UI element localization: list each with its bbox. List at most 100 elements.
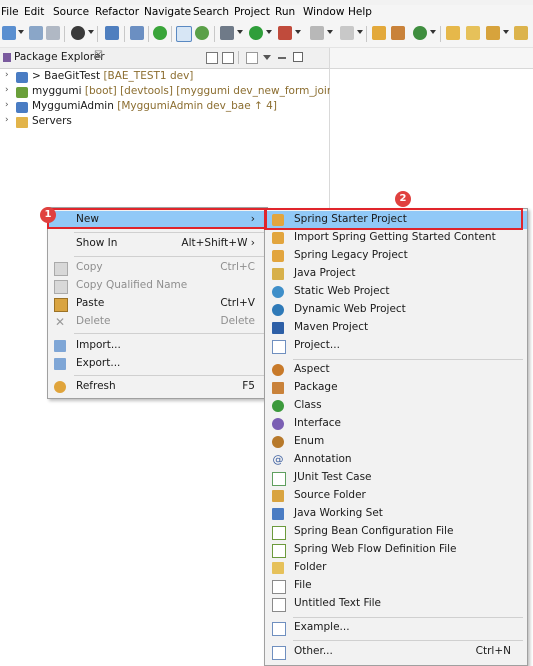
tree-item-myggumiadmin[interactable]: › MyggumiAdmin [MyggumiAdmin dev_bae ↑ 4… <box>0 100 329 115</box>
new-dropdown-icon[interactable] <box>18 30 24 34</box>
new-class-icon[interactable] <box>413 26 427 40</box>
new-class-dropdown-icon[interactable] <box>430 30 436 34</box>
menu-navigate[interactable]: Navigate <box>144 6 191 18</box>
menu-item-label: Import Spring Getting Started Content <box>294 231 496 243</box>
minimize-icon[interactable] <box>278 57 286 59</box>
toggle-view-icon[interactable] <box>176 26 192 42</box>
submenu-item-class[interactable]: Class <box>265 397 527 415</box>
external-tools-icon[interactable] <box>278 26 292 40</box>
new-submenu: Spring Starter Project Import Spring Get… <box>264 208 528 666</box>
menu-help[interactable]: Help <box>348 6 372 18</box>
expand-arrow-icon[interactable]: › <box>5 115 9 125</box>
menu-search[interactable]: Search <box>193 6 229 18</box>
step-badge-1: 1 <box>40 207 56 223</box>
submenu-item-dynamic-web-project[interactable]: Dynamic Web Project <box>265 301 527 319</box>
open-perspective-icon[interactable] <box>71 26 85 40</box>
collapse-all-icon[interactable] <box>206 52 218 64</box>
tree-item-servers[interactable]: › Servers <box>0 115 329 130</box>
search-icon[interactable] <box>486 26 500 40</box>
view-menu-icon[interactable] <box>263 55 271 60</box>
close-icon[interactable]: ☒ <box>94 50 103 61</box>
deploy-icon[interactable] <box>340 26 354 40</box>
focus-icon[interactable] <box>246 52 258 64</box>
run-icon[interactable] <box>249 26 263 40</box>
link-editor-icon[interactable] <box>222 52 234 64</box>
context-item-copy-qualified-name[interactable]: Copy Qualified Name <box>48 277 267 295</box>
menu-source[interactable]: Source <box>53 6 89 18</box>
menu-window[interactable]: Window <box>303 6 344 18</box>
toolbar-separator <box>440 26 441 42</box>
run-dropdown-icon[interactable] <box>266 30 272 34</box>
expand-arrow-icon[interactable]: › <box>5 70 9 80</box>
maven-icon <box>272 322 284 334</box>
save-all-icon[interactable] <box>46 26 60 40</box>
context-item-export[interactable]: Export... <box>48 355 267 373</box>
maximize-icon[interactable] <box>293 52 303 62</box>
external-dropdown-icon[interactable] <box>295 30 301 34</box>
open-type-icon[interactable] <box>446 26 460 40</box>
perspective-dropdown-icon[interactable] <box>88 30 94 34</box>
project-name: > BaeGitTest <box>32 70 101 82</box>
annotation-icon: @ <box>272 453 284 466</box>
menu-edit[interactable]: Edit <box>24 6 44 18</box>
new-package-icon[interactable] <box>391 26 405 40</box>
context-item-show-in[interactable]: Show In Alt+Shift+W › <box>48 235 267 253</box>
spring-boot-icon[interactable] <box>153 26 167 40</box>
stop-dropdown-icon[interactable] <box>327 30 333 34</box>
submenu-item-interface[interactable]: Interface <box>265 415 527 433</box>
context-item-copy[interactable]: Copy Ctrl+C <box>48 259 267 277</box>
annotation-nav-icon[interactable] <box>514 26 528 40</box>
submenu-item-static-web-project[interactable]: Static Web Project <box>265 283 527 301</box>
search-dropdown-icon[interactable] <box>503 30 509 34</box>
expand-arrow-icon[interactable]: › <box>5 100 9 110</box>
open-task-icon[interactable] <box>466 26 480 40</box>
context-item-paste[interactable]: Paste Ctrl+V <box>48 295 267 313</box>
submenu-item-example[interactable]: Example... <box>265 619 527 637</box>
skip-breakpoints-icon[interactable] <box>130 26 144 40</box>
debug-icon[interactable] <box>220 26 234 40</box>
package-explorer-tab[interactable]: Package Explorer ☒ <box>0 48 329 69</box>
debug-dropdown-icon[interactable] <box>237 30 243 34</box>
submenu-item-folder[interactable]: Folder <box>265 559 527 577</box>
submenu-item-aspect[interactable]: Aspect <box>265 361 527 379</box>
project-decoration: [MyggumiAdmin dev_bae ↑ 4] <box>117 100 277 112</box>
submenu-item-spring-bean-configuration-file[interactable]: Spring Bean Configuration File <box>265 523 527 541</box>
tree-item-baegittest[interactable]: › > BaeGitTest [BAE_TEST1 dev] <box>0 70 329 85</box>
menu-run[interactable]: Run <box>275 6 295 18</box>
submenu-item-source-folder[interactable]: Source Folder <box>265 487 527 505</box>
terminal-icon[interactable] <box>105 26 119 40</box>
menu-refactor[interactable]: Refactor <box>95 6 139 18</box>
menu-item-label: Export... <box>76 357 121 369</box>
save-icon[interactable] <box>29 26 43 40</box>
menu-project[interactable]: Project <box>234 6 270 18</box>
submenu-item-package[interactable]: Package <box>265 379 527 397</box>
new-icon[interactable] <box>2 26 16 40</box>
submenu-item-spring-web-flow-definition-file[interactable]: Spring Web Flow Definition File <box>265 541 527 559</box>
context-menu: New › Show In Alt+Shift+W › Copy Ctrl+C … <box>47 207 268 399</box>
tree-item-myggumi[interactable]: › myggumi [boot] [devtools] [myggumi dev… <box>0 85 338 100</box>
context-item-delete[interactable]: ✕ Delete Delete <box>48 313 267 331</box>
menu-separator <box>293 617 523 618</box>
context-item-refresh[interactable]: Refresh F5 <box>48 378 267 396</box>
deploy-dropdown-icon[interactable] <box>357 30 363 34</box>
submenu-item-untitled-text-file[interactable]: Untitled Text File <box>265 595 527 613</box>
copy-qualified-icon <box>54 280 68 294</box>
submenu-item-java-project[interactable]: Java Project <box>265 265 527 283</box>
stop-icon[interactable] <box>310 26 324 40</box>
submenu-item-spring-legacy-project[interactable]: Spring Legacy Project <box>265 247 527 265</box>
submenu-item-maven-project[interactable]: Maven Project <box>265 319 527 337</box>
new-java-project-icon[interactable] <box>372 26 386 40</box>
submenu-item-project[interactable]: Project... <box>265 337 527 355</box>
expand-arrow-icon[interactable]: › <box>5 85 9 95</box>
menu-item-shortcut: Ctrl+C <box>220 261 255 273</box>
submenu-item-junit-test-case[interactable]: JUnit Test Case <box>265 469 527 487</box>
menu-file[interactable]: File <box>1 6 19 18</box>
submenu-item-file[interactable]: File <box>265 577 527 595</box>
submenu-item-other[interactable]: Other... Ctrl+N <box>265 643 527 661</box>
submenu-item-enum[interactable]: Enum <box>265 433 527 451</box>
context-item-import[interactable]: Import... <box>48 337 267 355</box>
submenu-item-import-spring-getting-started[interactable]: Import Spring Getting Started Content <box>265 229 527 247</box>
refresh-boot-icon[interactable] <box>195 26 209 40</box>
submenu-item-java-working-set[interactable]: Java Working Set <box>265 505 527 523</box>
submenu-item-annotation[interactable]: @ Annotation <box>265 451 527 469</box>
